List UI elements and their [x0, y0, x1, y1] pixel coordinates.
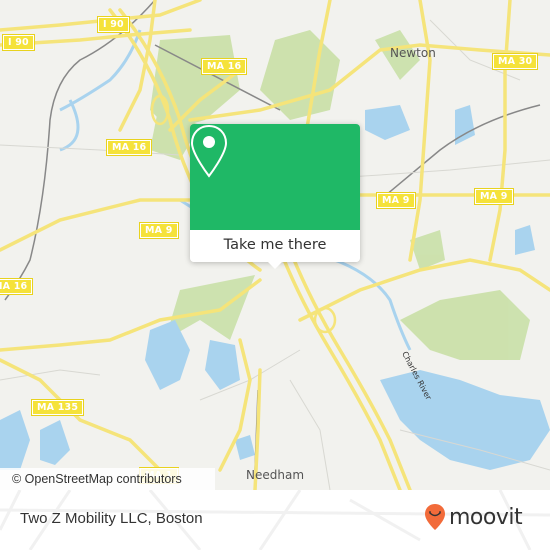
road-shield-ma16: MA 16 [200, 58, 248, 75]
map-attribution[interactable]: © OpenStreetMap contributors [0, 468, 215, 490]
location-popup: Take me there [190, 124, 360, 269]
place-title: Two Z Mobility LLC, Boston [20, 510, 203, 527]
road-shield-ma135: MA 135 [30, 399, 85, 416]
popup-header [190, 124, 360, 230]
road-shield-ma30: MA 30 [491, 53, 539, 70]
place-label-newton: Newton [390, 46, 436, 60]
take-me-there-button[interactable]: Take me there [190, 230, 360, 262]
moovit-wordmark: moovit [449, 504, 523, 530]
road-shield-i90: I 90 [97, 16, 130, 33]
moovit-pin-icon [425, 504, 445, 530]
road-shield-ma16: MA 16 [0, 278, 34, 295]
map-pin-icon [190, 124, 228, 178]
road-shield-ma9: MA 9 [139, 222, 179, 239]
road-shield-ma16: MA 16 [105, 139, 153, 156]
place-label-needham: Needham [246, 468, 305, 482]
moovit-logo[interactable]: moovit [424, 503, 523, 531]
map[interactable]: I 90 I 90 MA 16 MA 16 MA 30 MA 9 MA 9 MA… [0, 0, 550, 490]
popup-pointer [267, 261, 283, 269]
road-shield-ma9: MA 9 [474, 188, 514, 205]
road-shield-i90: I 90 [2, 34, 35, 51]
road-shield-ma9: MA 9 [376, 192, 416, 209]
